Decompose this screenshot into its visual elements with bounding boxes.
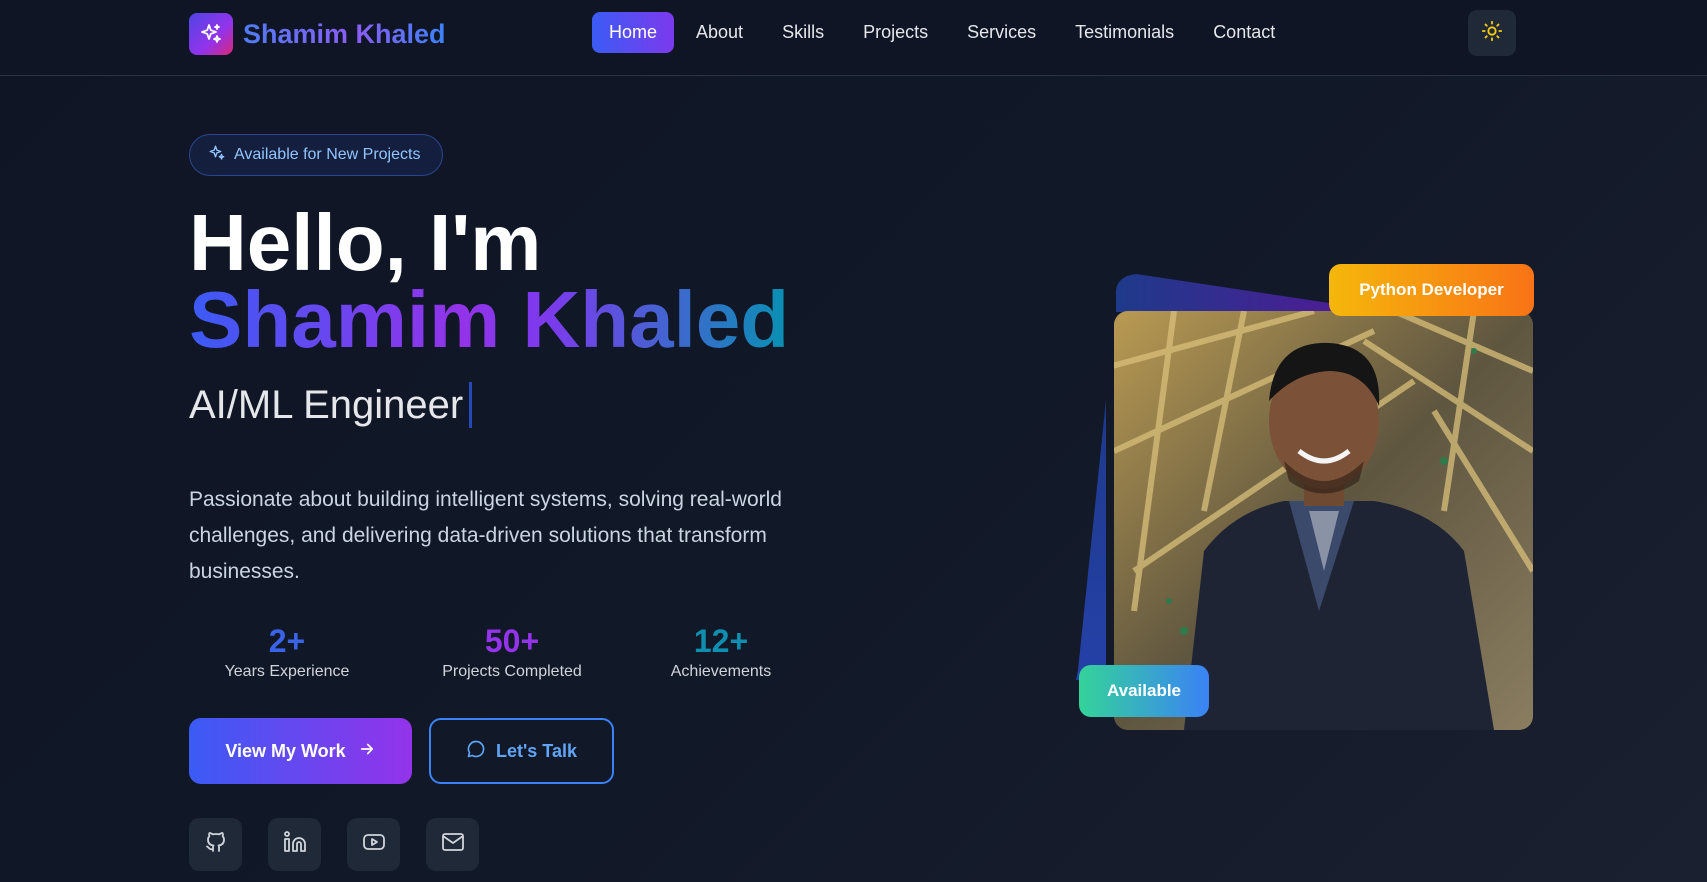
youtube-link[interactable] bbox=[347, 818, 400, 871]
nav-testimonials[interactable]: Testimonials bbox=[1058, 12, 1191, 53]
lets-talk-label: Let's Talk bbox=[496, 740, 577, 761]
nav-about[interactable]: About bbox=[679, 12, 760, 53]
view-work-label: View My Work bbox=[225, 740, 346, 761]
available-tag: Available bbox=[1079, 665, 1209, 717]
decorative-shape bbox=[1076, 400, 1106, 680]
hero-name: Shamim Khaled bbox=[189, 275, 790, 364]
github-icon bbox=[204, 830, 228, 859]
decorative-shape bbox=[1116, 274, 1336, 312]
stat-projects: 50+ Projects Completed bbox=[432, 622, 592, 681]
stat-label: Achievements bbox=[670, 663, 772, 680]
stat-experience: 2+ Years Experience bbox=[222, 622, 352, 681]
arrow-right-icon bbox=[358, 740, 376, 763]
mail-icon bbox=[441, 830, 465, 859]
stat-value: 50+ bbox=[484, 623, 540, 659]
stat-label: Years Experience bbox=[224, 663, 350, 680]
brand-name: Shamim Khaled bbox=[243, 18, 446, 49]
github-link[interactable] bbox=[189, 818, 242, 871]
youtube-icon bbox=[362, 830, 386, 859]
social-links bbox=[189, 818, 479, 871]
role-text: AI/ML Engineer bbox=[189, 382, 464, 427]
nav-projects[interactable]: Projects bbox=[846, 12, 945, 53]
email-link[interactable] bbox=[426, 818, 479, 871]
linkedin-link[interactable] bbox=[268, 818, 321, 871]
main-menu: Home About Skills Projects Services Test… bbox=[592, 12, 1297, 53]
chat-bubble-icon bbox=[466, 739, 486, 764]
sun-icon bbox=[1481, 20, 1503, 47]
theme-toggle-button[interactable] bbox=[1468, 10, 1516, 56]
nav-home[interactable]: Home bbox=[592, 12, 675, 53]
stats-row: 2+ Years Experience 50+ Projects Complet… bbox=[189, 622, 809, 692]
python-developer-tag: Python Developer bbox=[1329, 264, 1534, 316]
stat-value: 12+ bbox=[693, 623, 749, 659]
linkedin-icon bbox=[283, 830, 307, 859]
typing-cursor bbox=[469, 382, 473, 428]
hero-description: Passionate about building intelligent sy… bbox=[189, 488, 782, 583]
brand-logo[interactable]: Shamim Khaled bbox=[189, 13, 446, 55]
sparkles-icon bbox=[189, 13, 233, 55]
stat-value: 2+ bbox=[268, 623, 306, 659]
nav-contact[interactable]: Contact bbox=[1196, 12, 1292, 53]
top-navbar: Shamim Khaled Home About Skills Projects… bbox=[0, 0, 1707, 76]
stat-label: Projects Completed bbox=[442, 663, 582, 680]
nav-services[interactable]: Services bbox=[950, 12, 1053, 53]
availability-badge: Available for New Projects bbox=[189, 134, 443, 176]
view-work-button[interactable]: View My Work bbox=[189, 718, 412, 784]
sparkles-icon bbox=[208, 144, 226, 167]
lets-talk-button[interactable]: Let's Talk bbox=[429, 718, 614, 784]
hero-role: AI/ML Engineer bbox=[189, 382, 473, 428]
nav-skills[interactable]: Skills bbox=[765, 12, 841, 53]
stat-achievements: 12+ Achievements bbox=[665, 622, 777, 681]
badge-label: Available for New Projects bbox=[234, 146, 421, 163]
